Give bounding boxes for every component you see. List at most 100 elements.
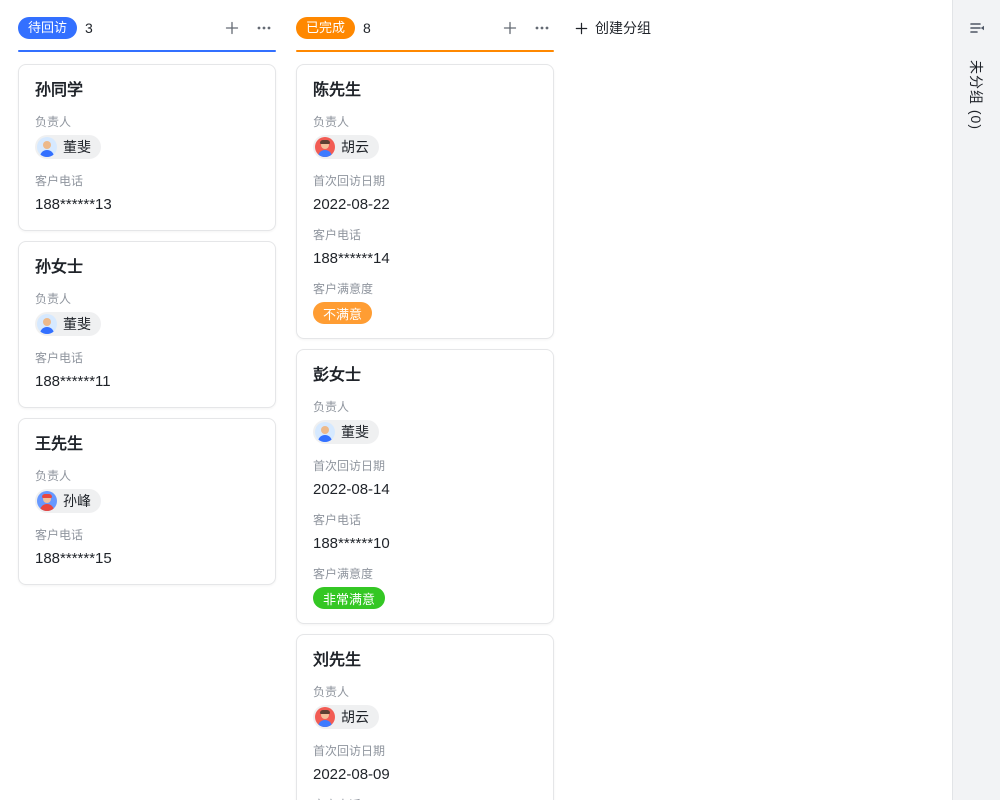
field-label: 负责人 <box>313 113 537 131</box>
avatar-body <box>40 150 54 157</box>
person-name: 孙峰 <box>63 491 91 511</box>
avatar <box>315 707 335 727</box>
avatar-head <box>321 426 329 434</box>
column-more-button[interactable] <box>252 16 276 40</box>
record-card[interactable]: 孙女士 负责人 董斐 客户电话 188******11 <box>18 241 276 408</box>
record-card[interactable]: 刘先生 负责人 胡云 首次回访日期 2022-08-09 客户电话 <box>296 634 554 800</box>
column-count: 3 <box>85 20 93 36</box>
card-field: 客户电话 188******14 <box>313 226 537 270</box>
field-label: 首次回访日期 <box>313 172 537 190</box>
avatar-body <box>318 435 332 442</box>
hidden-group-label[interactable]: 未分组 (0) <box>966 60 986 130</box>
option-badge[interactable]: 不满意 <box>313 302 372 324</box>
avatar-hair <box>320 710 330 715</box>
field-label: 客户电话 <box>313 226 537 244</box>
person-chip[interactable]: 董斐 <box>35 312 101 336</box>
card-field: 客户电话 188******15 <box>35 526 259 570</box>
column-count: 8 <box>363 20 371 36</box>
card-field: 负责人 胡云 <box>313 683 537 732</box>
field-label: 客户电话 <box>313 796 537 800</box>
add-card-button[interactable] <box>220 16 244 40</box>
card-title: 彭女士 <box>313 364 537 388</box>
card-field: 负责人 胡云 <box>313 113 537 162</box>
column-header: 已完成 8 <box>296 14 554 42</box>
card-title: 王先生 <box>35 433 259 457</box>
field-value: 188******14 <box>313 248 537 270</box>
card-field: 客户满意度 不满意 <box>313 280 537 324</box>
field-label: 首次回访日期 <box>313 742 537 760</box>
column-status-pill[interactable]: 待回访 <box>18 17 77 39</box>
card-title: 孙女士 <box>35 256 259 280</box>
person-name: 胡云 <box>341 137 369 157</box>
column-accent-line <box>18 50 276 52</box>
column-more-button[interactable] <box>530 16 554 40</box>
field-label: 客户电话 <box>35 526 259 544</box>
person-chip[interactable]: 胡云 <box>313 135 379 159</box>
card-field: 负责人 董斐 <box>35 113 259 162</box>
field-value: 2022-08-22 <box>313 194 537 216</box>
field-value: 2022-08-14 <box>313 479 537 501</box>
ellipsis-icon <box>256 20 272 36</box>
person-chip[interactable]: 董斐 <box>313 420 379 444</box>
card-title: 陈先生 <box>313 79 537 103</box>
avatar <box>37 491 57 511</box>
ellipsis-icon <box>534 20 550 36</box>
card-field: 负责人 董斐 <box>35 290 259 339</box>
card-list: 孙同学 负责人 董斐 客户电话 188******13 孙女士 负责人 董斐 客… <box>18 64 276 585</box>
avatar-body <box>318 150 332 157</box>
kanban-column: 待回访 3 孙同学 负责人 董斐 客户电话 188******13 孙女士 <box>18 14 276 585</box>
card-field: 客户电话 188******11 <box>35 349 259 393</box>
person-chip[interactable]: 胡云 <box>313 705 379 729</box>
avatar <box>315 422 335 442</box>
field-value: 2022-08-09 <box>313 764 537 786</box>
field-label: 负责人 <box>35 290 259 308</box>
plus-icon <box>502 20 518 36</box>
option-badge[interactable]: 非常满意 <box>313 587 385 609</box>
column-status-pill[interactable]: 已完成 <box>296 17 355 39</box>
create-group-button[interactable]: 创建分组 <box>574 14 651 42</box>
person-chip[interactable]: 孙峰 <box>35 489 101 513</box>
column-header: 待回访 3 <box>18 14 276 42</box>
create-group-label: 创建分组 <box>595 18 651 38</box>
card-field: 客户电话 188******10 <box>313 511 537 555</box>
person-chip[interactable]: 董斐 <box>35 135 101 159</box>
avatar <box>37 137 57 157</box>
person-name: 胡云 <box>341 707 369 727</box>
kanban-column: 已完成 8 陈先生 负责人 胡云 首次回访日期 2022-08-22 客户电话 <box>296 14 554 800</box>
hidden-groups-rail: 未分组 (0) <box>952 0 1000 800</box>
field-label: 负责人 <box>313 683 537 701</box>
record-card[interactable]: 彭女士 负责人 董斐 首次回访日期 2022-08-14 客户电话 188***… <box>296 349 554 624</box>
field-label: 客户电话 <box>35 349 259 367</box>
record-card[interactable]: 孙同学 负责人 董斐 客户电话 188******13 <box>18 64 276 231</box>
card-field: 首次回访日期 2022-08-09 <box>313 742 537 786</box>
person-name: 董斐 <box>341 422 369 442</box>
avatar <box>37 314 57 334</box>
field-label: 客户电话 <box>313 511 537 529</box>
record-card[interactable]: 王先生 负责人 孙峰 客户电话 188******15 <box>18 418 276 585</box>
field-label: 负责人 <box>35 467 259 485</box>
avatar-head <box>43 318 51 326</box>
avatar-body <box>40 504 54 511</box>
card-field: 客户电话 <box>313 796 537 800</box>
column-accent-line <box>296 50 554 52</box>
record-card[interactable]: 陈先生 负责人 胡云 首次回访日期 2022-08-22 客户电话 188***… <box>296 64 554 339</box>
person-name: 董斐 <box>63 314 91 334</box>
collapse-groups-button[interactable] <box>963 14 991 42</box>
avatar-body <box>40 327 54 334</box>
avatar <box>315 137 335 157</box>
avatar-hair <box>42 494 52 499</box>
field-label: 客户满意度 <box>313 280 537 298</box>
card-title: 孙同学 <box>35 79 259 103</box>
card-field: 客户电话 188******13 <box>35 172 259 216</box>
field-value: 188******13 <box>35 194 259 216</box>
field-value: 188******15 <box>35 548 259 570</box>
card-field: 首次回访日期 2022-08-14 <box>313 457 537 501</box>
avatar-body <box>318 720 332 727</box>
kanban-board: 待回访 3 孙同学 负责人 董斐 客户电话 188******13 孙女士 <box>0 0 952 800</box>
card-title: 刘先生 <box>313 649 537 673</box>
card-field: 首次回访日期 2022-08-22 <box>313 172 537 216</box>
add-card-button[interactable] <box>498 16 522 40</box>
collapse-groups-icon <box>968 19 986 37</box>
card-list: 陈先生 负责人 胡云 首次回访日期 2022-08-22 客户电话 188***… <box>296 64 554 800</box>
field-value: 188******10 <box>313 533 537 555</box>
